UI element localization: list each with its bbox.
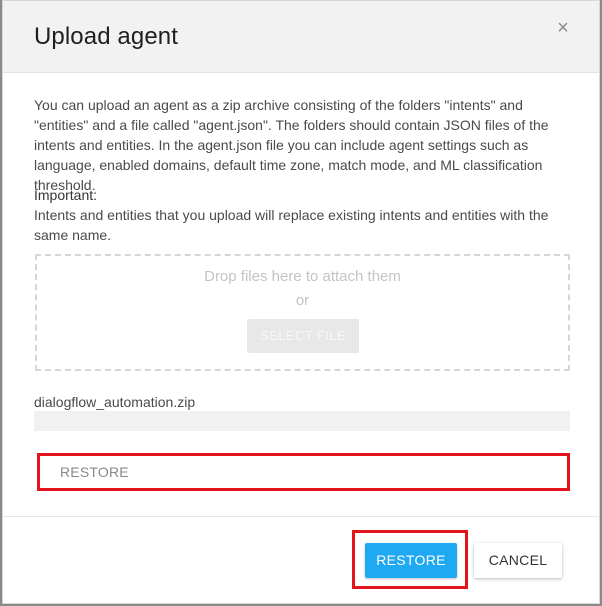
restore-button[interactable]: RESTORE [365,543,457,578]
dialog-description: You can upload an agent as a zip archive… [34,97,549,193]
drop-or-text: or [295,292,310,309]
file-progress-bar [34,411,570,431]
footer-divider [3,516,599,517]
file-dropzone[interactable]: Drop files here to attach them or SELECT… [35,254,570,371]
cancel-button[interactable]: CANCEL [474,543,562,578]
important-text: Intents and entities that you upload wil… [34,207,549,243]
select-file-button[interactable]: SELECT FILE [247,319,359,353]
close-icon[interactable]: × [553,16,573,40]
dialog-header: Upload agent × [3,1,599,73]
drop-text: Drop files here to attach them [204,268,401,285]
dialog-title: Upload agent [34,23,178,50]
important-heading: Important: [34,187,98,203]
restore-field[interactable]: RESTORE [37,453,570,491]
upload-agent-dialog: Upload agent × You can upload an agent a… [2,0,600,604]
uploaded-file-name: dialogflow_automation.zip [34,394,196,410]
